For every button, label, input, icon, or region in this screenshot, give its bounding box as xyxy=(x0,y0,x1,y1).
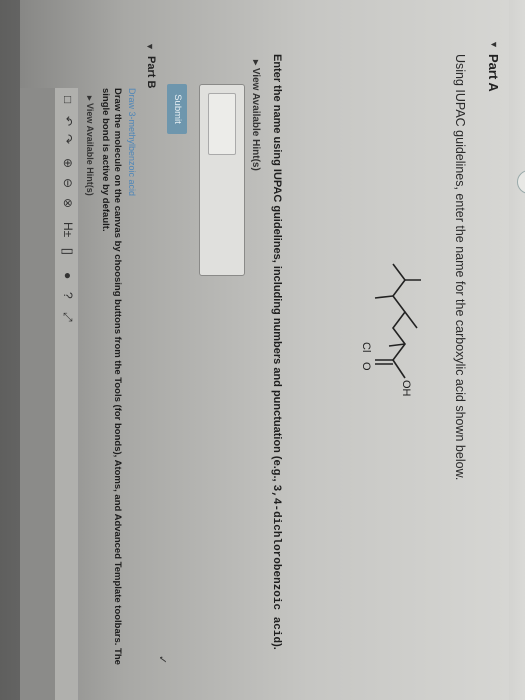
sidebar-strip: › xyxy=(509,0,525,700)
part-b-hints-link[interactable]: ▸ View Available Hint(s) xyxy=(84,96,95,196)
part-b-subtitle: Draw 3-methylbenzoic acid xyxy=(127,88,137,197)
help-icon[interactable]: ? xyxy=(61,292,75,299)
drawing-toolbar: □ ↶ ↷ ⊕ ⊖ ⊗ H± [] ● ? ⤢ xyxy=(53,88,79,700)
select-tool-icon[interactable]: □ xyxy=(61,96,75,103)
oh-label: OH xyxy=(400,380,412,397)
undo-icon[interactable]: ↶ xyxy=(61,116,75,126)
drawing-canvas[interactable] xyxy=(20,88,55,700)
submit-button[interactable]: Submit xyxy=(167,84,187,134)
fullscreen-icon[interactable]: ⤢ xyxy=(60,312,75,322)
part-a-hints-link[interactable]: ▸ View Available Hint(s) xyxy=(250,60,261,171)
part-b-title[interactable]: Part B xyxy=(145,56,157,88)
bracket-icon[interactable]: [] xyxy=(61,248,75,255)
molecule-structure: OH Cl O xyxy=(360,263,421,397)
instruction-prefix: Enter the name using IUPAC guidelines, i… xyxy=(271,54,283,485)
browser-page: › ▼ Part A Using IUPAC guidelines, enter… xyxy=(20,0,525,700)
zoom-in-icon[interactable]: ⊕ xyxy=(61,158,75,168)
answer-input-field[interactable] xyxy=(208,93,236,155)
checkmark-icon: ✓ xyxy=(156,655,168,665)
hints-label: View Available Hint(s) xyxy=(250,67,261,171)
instruction-example: 3,4-dichlorobenzoic acid xyxy=(270,484,282,644)
clear-icon[interactable]: ⊗ xyxy=(61,198,75,208)
part-b-instruction: Draw the molecule on the canvas by choos… xyxy=(100,88,123,665)
part-a-title[interactable]: Part A xyxy=(486,54,501,92)
part-a-instruction: Enter the name using IUPAC guidelines, i… xyxy=(270,54,283,650)
part-a-toggle-icon[interactable]: ▼ xyxy=(489,40,499,49)
instruction-suffix: ). xyxy=(271,643,283,650)
answer-input[interactable] xyxy=(199,84,245,276)
redo-icon[interactable]: ↷ xyxy=(61,134,75,144)
zoom-out-icon[interactable]: ⊖ xyxy=(61,178,75,188)
hydrogen-toggle-icon[interactable]: H± xyxy=(61,222,75,237)
part-b-toggle-icon[interactable]: ▼ xyxy=(145,42,155,51)
info-icon[interactable]: ● xyxy=(61,272,75,279)
cl-label: Cl xyxy=(360,342,372,352)
hints-label-b: View Available Hint(s) xyxy=(85,103,95,196)
o-label: O xyxy=(360,362,372,371)
chevron-icon[interactable]: › xyxy=(517,170,525,194)
part-a-question: Using IUPAC guidelines, enter the name f… xyxy=(453,54,467,481)
